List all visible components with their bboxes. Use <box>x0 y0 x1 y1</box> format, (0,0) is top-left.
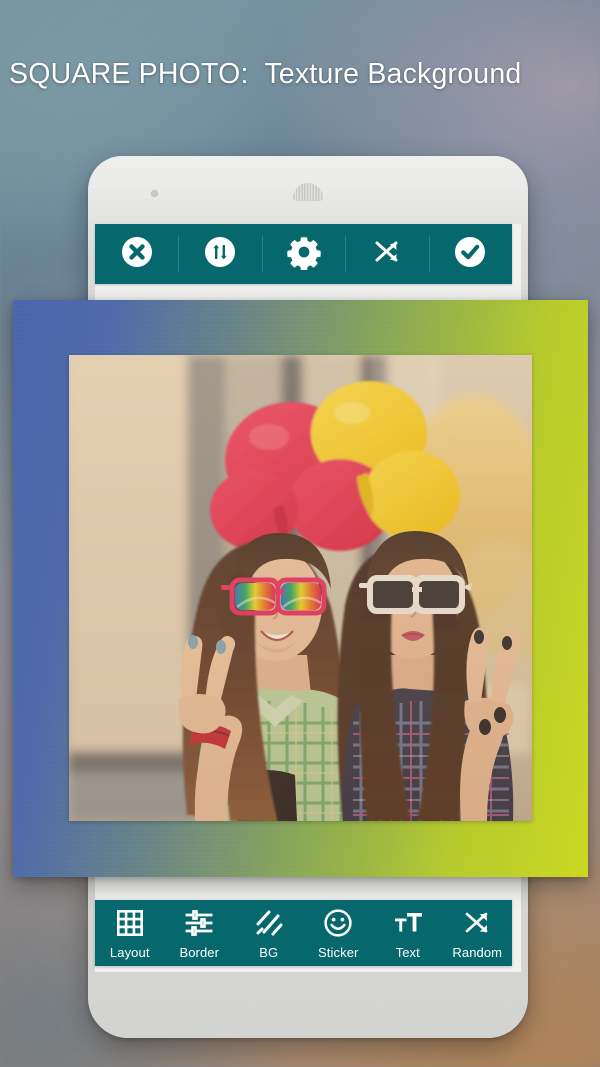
close-circle-icon <box>120 235 154 274</box>
check-circle-icon <box>453 235 487 274</box>
sticker-button[interactable]: Sticker <box>304 900 374 966</box>
border-button[interactable]: Border <box>165 900 235 966</box>
close-button[interactable] <box>95 224 178 284</box>
square-photo-collage[interactable] <box>13 300 588 877</box>
random-label: Random <box>452 944 503 960</box>
bg-label: BG <box>259 944 279 960</box>
text-button[interactable]: Text <box>373 900 443 966</box>
confirm-button[interactable] <box>428 224 512 284</box>
layout-label: Layout <box>109 944 150 960</box>
shuffle-button-top[interactable] <box>345 224 428 284</box>
settings-button[interactable] <box>261 224 345 284</box>
gear-icon <box>286 234 322 275</box>
smiley-icon <box>323 908 353 943</box>
border-label: Border <box>179 944 220 960</box>
sliders-icon <box>184 908 214 943</box>
shuffle-icon <box>462 908 492 943</box>
top-toolbar <box>95 224 512 284</box>
swap-vertical-icon <box>203 235 237 274</box>
text-size-icon <box>392 908 424 943</box>
shuffle-icon <box>370 235 404 274</box>
sticker-label: Sticker <box>318 944 359 960</box>
earpiece-speaker-icon <box>293 183 323 201</box>
layout-button[interactable]: Layout <box>95 900 165 966</box>
bottom-toolbar: Layout Border BG Sticker Text Random <box>95 900 512 966</box>
text-label: Text <box>395 944 420 960</box>
page-title: SQUARE PHOTO: Texture Background <box>9 58 522 90</box>
bg-button[interactable]: BG <box>234 900 304 966</box>
front-camera-icon <box>151 190 158 197</box>
stripes-icon <box>254 908 284 943</box>
random-button[interactable]: Random <box>443 900 513 966</box>
grid-icon <box>115 908 145 943</box>
collage-photo[interactable] <box>69 355 532 821</box>
swap-button[interactable] <box>178 224 261 284</box>
app-screenshot: SQUARE PHOTO: Texture Background Layout … <box>0 0 600 1067</box>
